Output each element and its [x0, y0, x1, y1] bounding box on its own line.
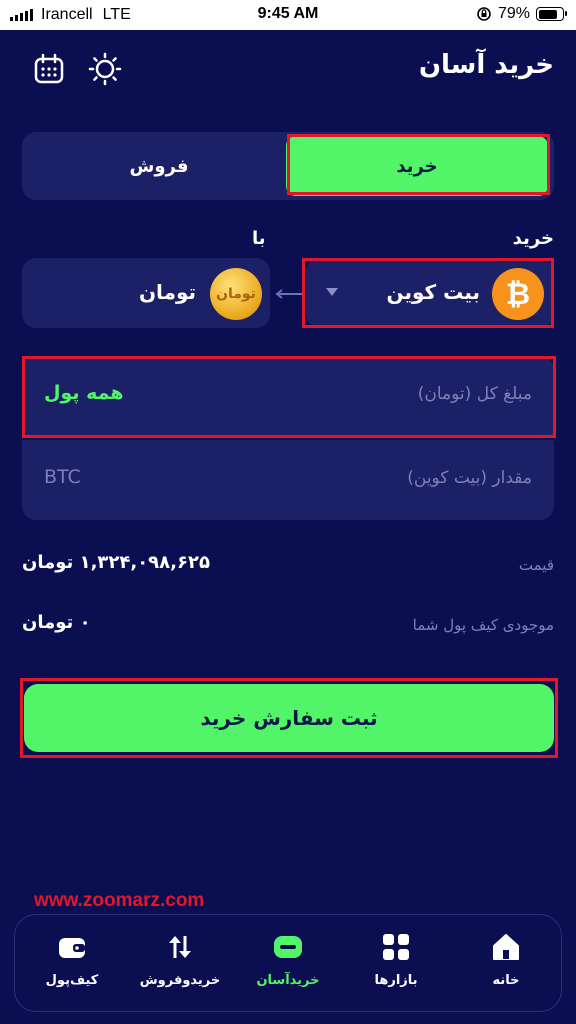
toman-coin-icon: تومان [210, 268, 262, 320]
easy-buy-icon [274, 936, 302, 958]
bitcoin-icon: ₿ [492, 268, 544, 320]
chevron-down-icon [326, 288, 338, 296]
trade-icon [169, 936, 191, 958]
battery-icon [536, 7, 567, 21]
buy-sell-toggle: خرید فروش [22, 132, 554, 200]
tab-home[interactable]: خانه [461, 931, 551, 988]
rotation-lock-icon [477, 7, 491, 21]
all-balance-button[interactable]: همه پول [44, 382, 124, 404]
page-title: خرید آسان [418, 50, 554, 80]
status-right: 79% [476, 5, 567, 23]
tab-easy-buy[interactable]: خریدآسان [243, 931, 333, 988]
battery-percent: 79% [497, 5, 530, 22]
tab-markets-label: بازارها [374, 973, 418, 988]
price-value: ۱,۳۲۴,۰۹۸,۶۲۵ تومان [22, 552, 210, 573]
submit-buy-order-button[interactable]: ثبت سفارش خرید [24, 684, 554, 752]
status-bar: Irancell LTE 9:45 AM 79% [0, 0, 576, 30]
tab-wallet-label: کیف‌پول [45, 973, 99, 988]
btc-unit-label: BTC [44, 466, 81, 488]
wallet-icon [59, 938, 85, 958]
balance-label: موجودی کیف پول شما [412, 616, 554, 634]
home-icon [493, 934, 519, 960]
tab-markets[interactable]: بازارها [351, 931, 441, 988]
total-amount-field[interactable]: مبلغ کل (تومان) همه پول [22, 356, 554, 436]
price-label: قیمت [518, 556, 554, 574]
tab-wallet[interactable]: کیف‌پول [27, 931, 117, 988]
buy-asset-name: بیت کوین [386, 280, 481, 304]
bottom-tab-bar: کیف‌پول خریدوفروش خریدآسان بازارها خ [14, 914, 562, 1012]
tab-trade[interactable]: خریدوفروش [135, 931, 225, 988]
tab-sell[interactable]: فروش [28, 136, 290, 196]
total-amount-placeholder: مبلغ کل (تومان) [417, 384, 532, 404]
quote-asset-name: تومان [138, 280, 196, 304]
quote-asset-label: با [252, 228, 266, 249]
arrow-left-icon [275, 289, 302, 299]
buy-asset-label: خرید [512, 228, 554, 249]
buy-asset-selector[interactable]: ₿ بیت کوین [306, 258, 554, 328]
watermark: www.zoomarz.com [34, 890, 205, 911]
tab-buy[interactable]: خرید [286, 136, 548, 196]
btc-amount-placeholder: مقدار (بیت کوین) [407, 468, 532, 488]
tab-trade-label: خریدوفروش [139, 973, 221, 988]
btc-amount-field[interactable]: مقدار (بیت کوین) BTC [22, 440, 554, 520]
tab-easy-buy-label: خریدآسان [256, 973, 320, 988]
sun-icon[interactable] [88, 52, 122, 86]
quote-asset-box: تومان تومان [22, 258, 270, 328]
balance-value: ۰ تومان [22, 612, 91, 633]
tab-home-label: خانه [492, 973, 520, 988]
calendar-icon[interactable] [32, 52, 66, 86]
markets-icon [383, 934, 409, 960]
